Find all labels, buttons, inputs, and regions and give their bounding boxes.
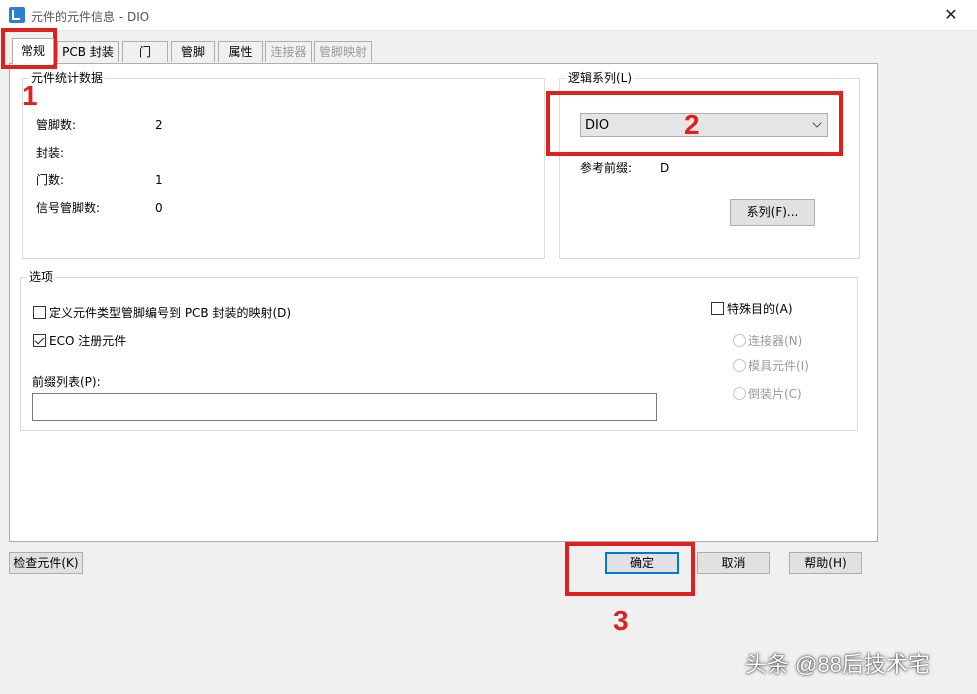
app-icon	[9, 7, 25, 23]
radio-connector-label: 连接器(N)	[748, 334, 803, 348]
watermark: 头条 @88后技术宅	[745, 652, 930, 677]
help-button[interactable]: 帮助(H)	[789, 552, 862, 574]
define-mapping-label: 定义元件类型管脚编号到 PCB 封装的映射(D)	[49, 306, 292, 320]
window-title: 元件的元件信息 - DIO	[31, 10, 150, 24]
prefix-list-input[interactable]	[32, 393, 657, 421]
tab-strip: 常规 PCB 封装 门 管脚 属性 连接器 管脚映射	[0, 38, 977, 64]
prefix-list-label: 前缀列表(P):	[32, 375, 101, 389]
family-button[interactable]: 系列(F)...	[730, 199, 815, 226]
define-mapping-checkbox[interactable]	[33, 306, 46, 319]
ref-prefix-label: 参考前缀:	[580, 161, 633, 175]
annotation-number-2: 2	[684, 109, 700, 140]
stats-group-title: 元件统计数据	[29, 70, 106, 86]
annotation-number-1: 1	[22, 80, 38, 111]
tab-general[interactable]: 常规	[12, 38, 54, 64]
signal-pin-count-value: 0	[155, 201, 163, 215]
tab-gates[interactable]: 门	[122, 41, 168, 62]
stats-group: 元件统计数据	[22, 70, 545, 259]
title-bar: 元件的元件信息 - DIO ✕	[0, 0, 977, 31]
options-group-title: 选项	[27, 269, 56, 285]
radio-flip-chip[interactable]	[733, 387, 746, 400]
tab-connector[interactable]: 连接器	[265, 41, 312, 62]
decal-label: 封装:	[36, 146, 65, 160]
radio-die-part-label: 模具元件(I)	[748, 359, 809, 373]
tab-pins[interactable]: 管脚	[171, 41, 215, 62]
special-purpose-checkbox[interactable]	[711, 302, 724, 315]
signal-pin-count-label: 信号管脚数:	[36, 201, 101, 215]
tab-pcb-decal[interactable]: PCB 封装	[57, 41, 119, 62]
ref-prefix-value: D	[660, 161, 670, 175]
close-icon[interactable]: ✕	[939, 4, 963, 26]
radio-flip-chip-label: 倒装片(C)	[748, 387, 802, 401]
special-purpose-label: 特殊目的(A)	[727, 302, 793, 316]
tab-attributes[interactable]: 属性	[218, 41, 263, 62]
logic-family-title: 逻辑系列(L)	[566, 70, 635, 86]
gate-count-label: 门数:	[36, 173, 65, 187]
eco-register-checkbox[interactable]	[33, 334, 46, 347]
eco-register-label: ECO 注册元件	[49, 334, 127, 348]
tab-pin-mapping[interactable]: 管脚映射	[314, 41, 372, 62]
pin-count-label: 管脚数:	[36, 118, 77, 132]
annotation-number-3: 3	[613, 605, 629, 636]
annotation-box-3	[565, 542, 695, 596]
check-part-button[interactable]: 检查元件(K)	[9, 552, 83, 574]
cancel-button[interactable]: 取消	[697, 552, 770, 574]
pin-count-value: 2	[155, 118, 163, 132]
gate-count-value: 1	[155, 173, 163, 187]
radio-connector[interactable]	[733, 334, 746, 347]
radio-die-part[interactable]	[733, 359, 746, 372]
